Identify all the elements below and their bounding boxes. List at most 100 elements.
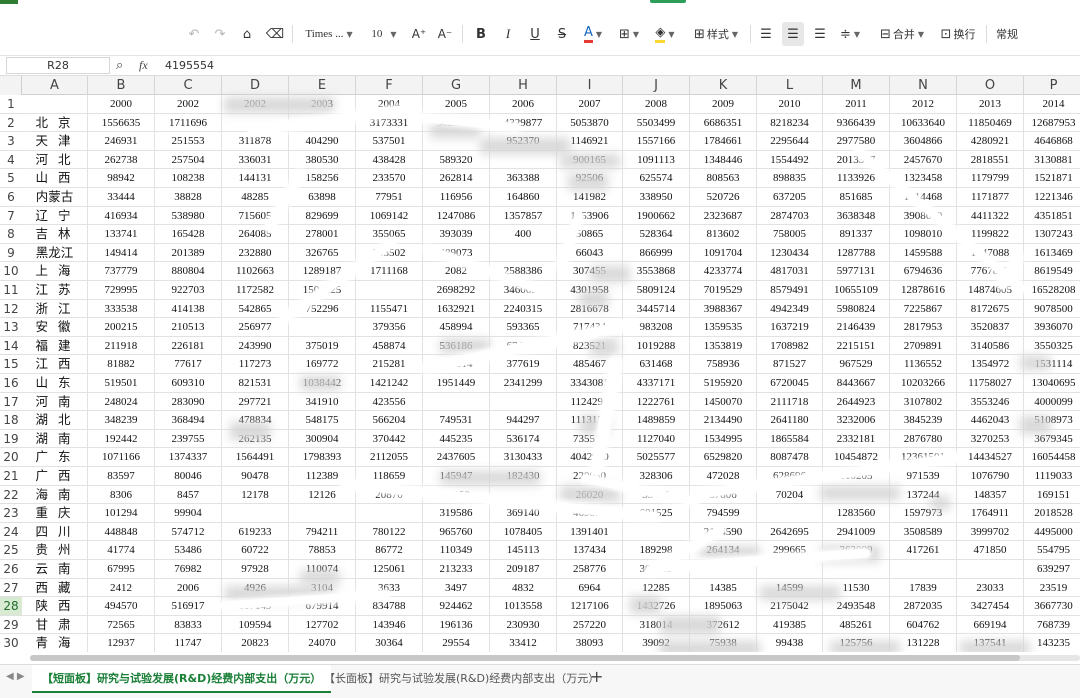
sheet-tab-long-panel[interactable]: 【长面板】研究与试验发展(R&D)经费内部支出（万元） xyxy=(314,665,609,693)
value-cell[interactable]: 3999702 xyxy=(957,522,1024,542)
merge-button[interactable]: ⊟ 合并 ▼ xyxy=(874,22,930,46)
value-cell[interactable]: 16054458 xyxy=(1024,448,1080,467)
value-cell[interactable]: 2240315 xyxy=(490,299,557,319)
column-header-n[interactable]: N xyxy=(890,76,957,95)
wrap-text-button[interactable]: ⊡ 换行 xyxy=(936,22,980,46)
search-icon[interactable]: ⌕ xyxy=(116,57,132,74)
province-cell[interactable]: 湖 南 xyxy=(22,429,88,449)
value-cell[interactable]: 1357857 xyxy=(490,206,557,226)
value-cell[interactable]: 67995 xyxy=(88,560,155,579)
value-cell[interactable]: 77617 xyxy=(155,355,222,374)
value-cell[interactable]: 9366439 xyxy=(823,113,890,133)
value-cell[interactable]: 14434527 xyxy=(957,448,1024,467)
value-cell[interactable]: 333538 xyxy=(88,299,155,319)
value-cell[interactable]: 6720045 xyxy=(757,374,823,393)
value-cell[interactable]: 2876780 xyxy=(890,429,957,449)
value-cell[interactable]: 1102663 xyxy=(222,262,289,281)
value-cell[interactable]: 3604866 xyxy=(890,132,957,151)
value-cell[interactable]: 4280921 xyxy=(957,132,1024,151)
value-cell[interactable]: 248024 xyxy=(88,392,155,412)
value-cell[interactable]: 380530 xyxy=(289,150,356,170)
value-cell[interactable]: 2111718 xyxy=(757,392,823,412)
value-cell[interactable]: 1078405 xyxy=(490,522,557,542)
province-cell[interactable]: 北 京 xyxy=(22,113,88,133)
value-cell[interactable] xyxy=(222,504,289,523)
value-cell[interactable]: 14385 xyxy=(690,578,757,598)
value-cell[interactable]: 566204 xyxy=(356,411,423,430)
value-cell[interactable]: 1127040 xyxy=(623,429,690,449)
value-cell[interactable]: 574712 xyxy=(155,522,222,542)
strikethrough-icon[interactable]: S xyxy=(551,22,573,46)
value-cell[interactable]: 519501 xyxy=(88,374,155,393)
year-header-cell[interactable]: 2008 xyxy=(623,95,690,114)
column-header-k[interactable]: K xyxy=(690,76,757,95)
value-cell[interactable]: 1613469 xyxy=(1024,244,1080,263)
value-cell[interactable]: 86772 xyxy=(356,541,423,560)
value-cell[interactable]: 3130433 xyxy=(490,448,557,467)
value-cell[interactable]: 6794636 xyxy=(890,262,957,281)
value-cell[interactable]: 1359535 xyxy=(690,318,757,337)
value-cell[interactable]: 537501 xyxy=(356,132,423,151)
value-cell[interactable]: 1353819 xyxy=(690,336,757,356)
value-cell[interactable]: 5980824 xyxy=(823,299,890,319)
align-center-icon[interactable]: ☰ xyxy=(782,22,804,46)
province-cell[interactable]: 上 海 xyxy=(22,262,88,281)
value-cell[interactable]: 2817953 xyxy=(890,318,957,337)
year-header-cell[interactable]: 2011 xyxy=(823,95,890,114)
value-cell[interactable]: 99438 xyxy=(757,634,823,652)
add-sheet-icon[interactable]: + xyxy=(590,667,603,686)
province-cell[interactable]: 辽 宁 xyxy=(22,206,88,226)
value-cell[interactable]: 1632921 xyxy=(423,299,490,319)
value-cell[interactable]: 1247086 xyxy=(423,206,490,226)
value-cell[interactable]: 548175 xyxy=(289,411,356,430)
value-cell[interactable]: 1287788 xyxy=(823,243,890,263)
value-cell[interactable]: 12878616 xyxy=(890,281,957,300)
value-cell[interactable]: 370442 xyxy=(356,429,423,449)
value-cell[interactable]: 1784661 xyxy=(690,132,757,151)
value-cell[interactable]: 326765 xyxy=(289,243,356,263)
column-header-m[interactable]: M xyxy=(823,76,890,95)
value-cell[interactable]: 1222761 xyxy=(623,392,690,412)
value-cell[interactable]: 137434 xyxy=(557,541,623,560)
value-cell[interactable]: 758936 xyxy=(690,355,757,374)
value-cell[interactable]: 538980 xyxy=(155,206,222,226)
value-cell[interactable]: 494570 xyxy=(88,597,155,616)
value-cell[interactable]: 1534995 xyxy=(690,429,757,449)
value-cell[interactable]: 144131 xyxy=(222,169,289,188)
row-header-29[interactable]: 29 xyxy=(0,616,22,635)
province-cell[interactable]: 山 西 xyxy=(22,169,88,188)
value-cell[interactable]: 637205 xyxy=(757,188,823,207)
value-cell[interactable]: 2457670 xyxy=(890,150,957,170)
value-cell[interactable]: 4351851 xyxy=(1024,207,1080,226)
value-cell[interactable]: 251553 xyxy=(155,132,222,151)
province-cell[interactable]: 甘 肃 xyxy=(22,615,88,635)
column-header-f[interactable]: F xyxy=(356,76,423,95)
row-header-1[interactable]: 1 xyxy=(0,95,22,114)
value-cell[interactable]: 5025577 xyxy=(623,448,690,467)
value-cell[interactable]: 423556 xyxy=(356,392,423,412)
value-cell[interactable]: 4646868 xyxy=(1024,132,1080,151)
value-cell[interactable]: 2295644 xyxy=(757,132,823,151)
value-cell[interactable]: 117273 xyxy=(222,355,289,374)
value-cell[interactable]: 1076790 xyxy=(957,467,1024,486)
row-header-5[interactable]: 5 xyxy=(0,169,22,188)
value-cell[interactable]: 319586 xyxy=(423,504,490,523)
value-cell[interactable] xyxy=(356,281,423,300)
province-cell[interactable]: 河 北 xyxy=(22,150,88,170)
value-cell[interactable]: 967529 xyxy=(823,355,890,374)
value-cell[interactable]: 1091113 xyxy=(623,150,690,170)
value-cell[interactable]: 243990 xyxy=(222,336,289,356)
value-cell[interactable]: 1391401 xyxy=(557,522,623,542)
value-cell[interactable]: 83597 xyxy=(88,467,155,486)
value-cell[interactable] xyxy=(823,560,890,579)
column-header-e[interactable]: E xyxy=(289,76,356,95)
value-cell[interactable] xyxy=(757,504,823,523)
value-cell[interactable]: 898835 xyxy=(757,169,823,188)
value-cell[interactable]: 5977131 xyxy=(823,262,890,281)
value-cell[interactable]: 871527 xyxy=(757,355,823,374)
value-cell[interactable]: 24070 xyxy=(289,634,356,652)
value-cell[interactable]: 1013558 xyxy=(490,597,557,616)
value-cell[interactable]: 379356 xyxy=(356,318,423,337)
value-cell[interactable]: 131228 xyxy=(890,634,957,652)
value-cell[interactable]: 2641180 xyxy=(757,411,823,430)
